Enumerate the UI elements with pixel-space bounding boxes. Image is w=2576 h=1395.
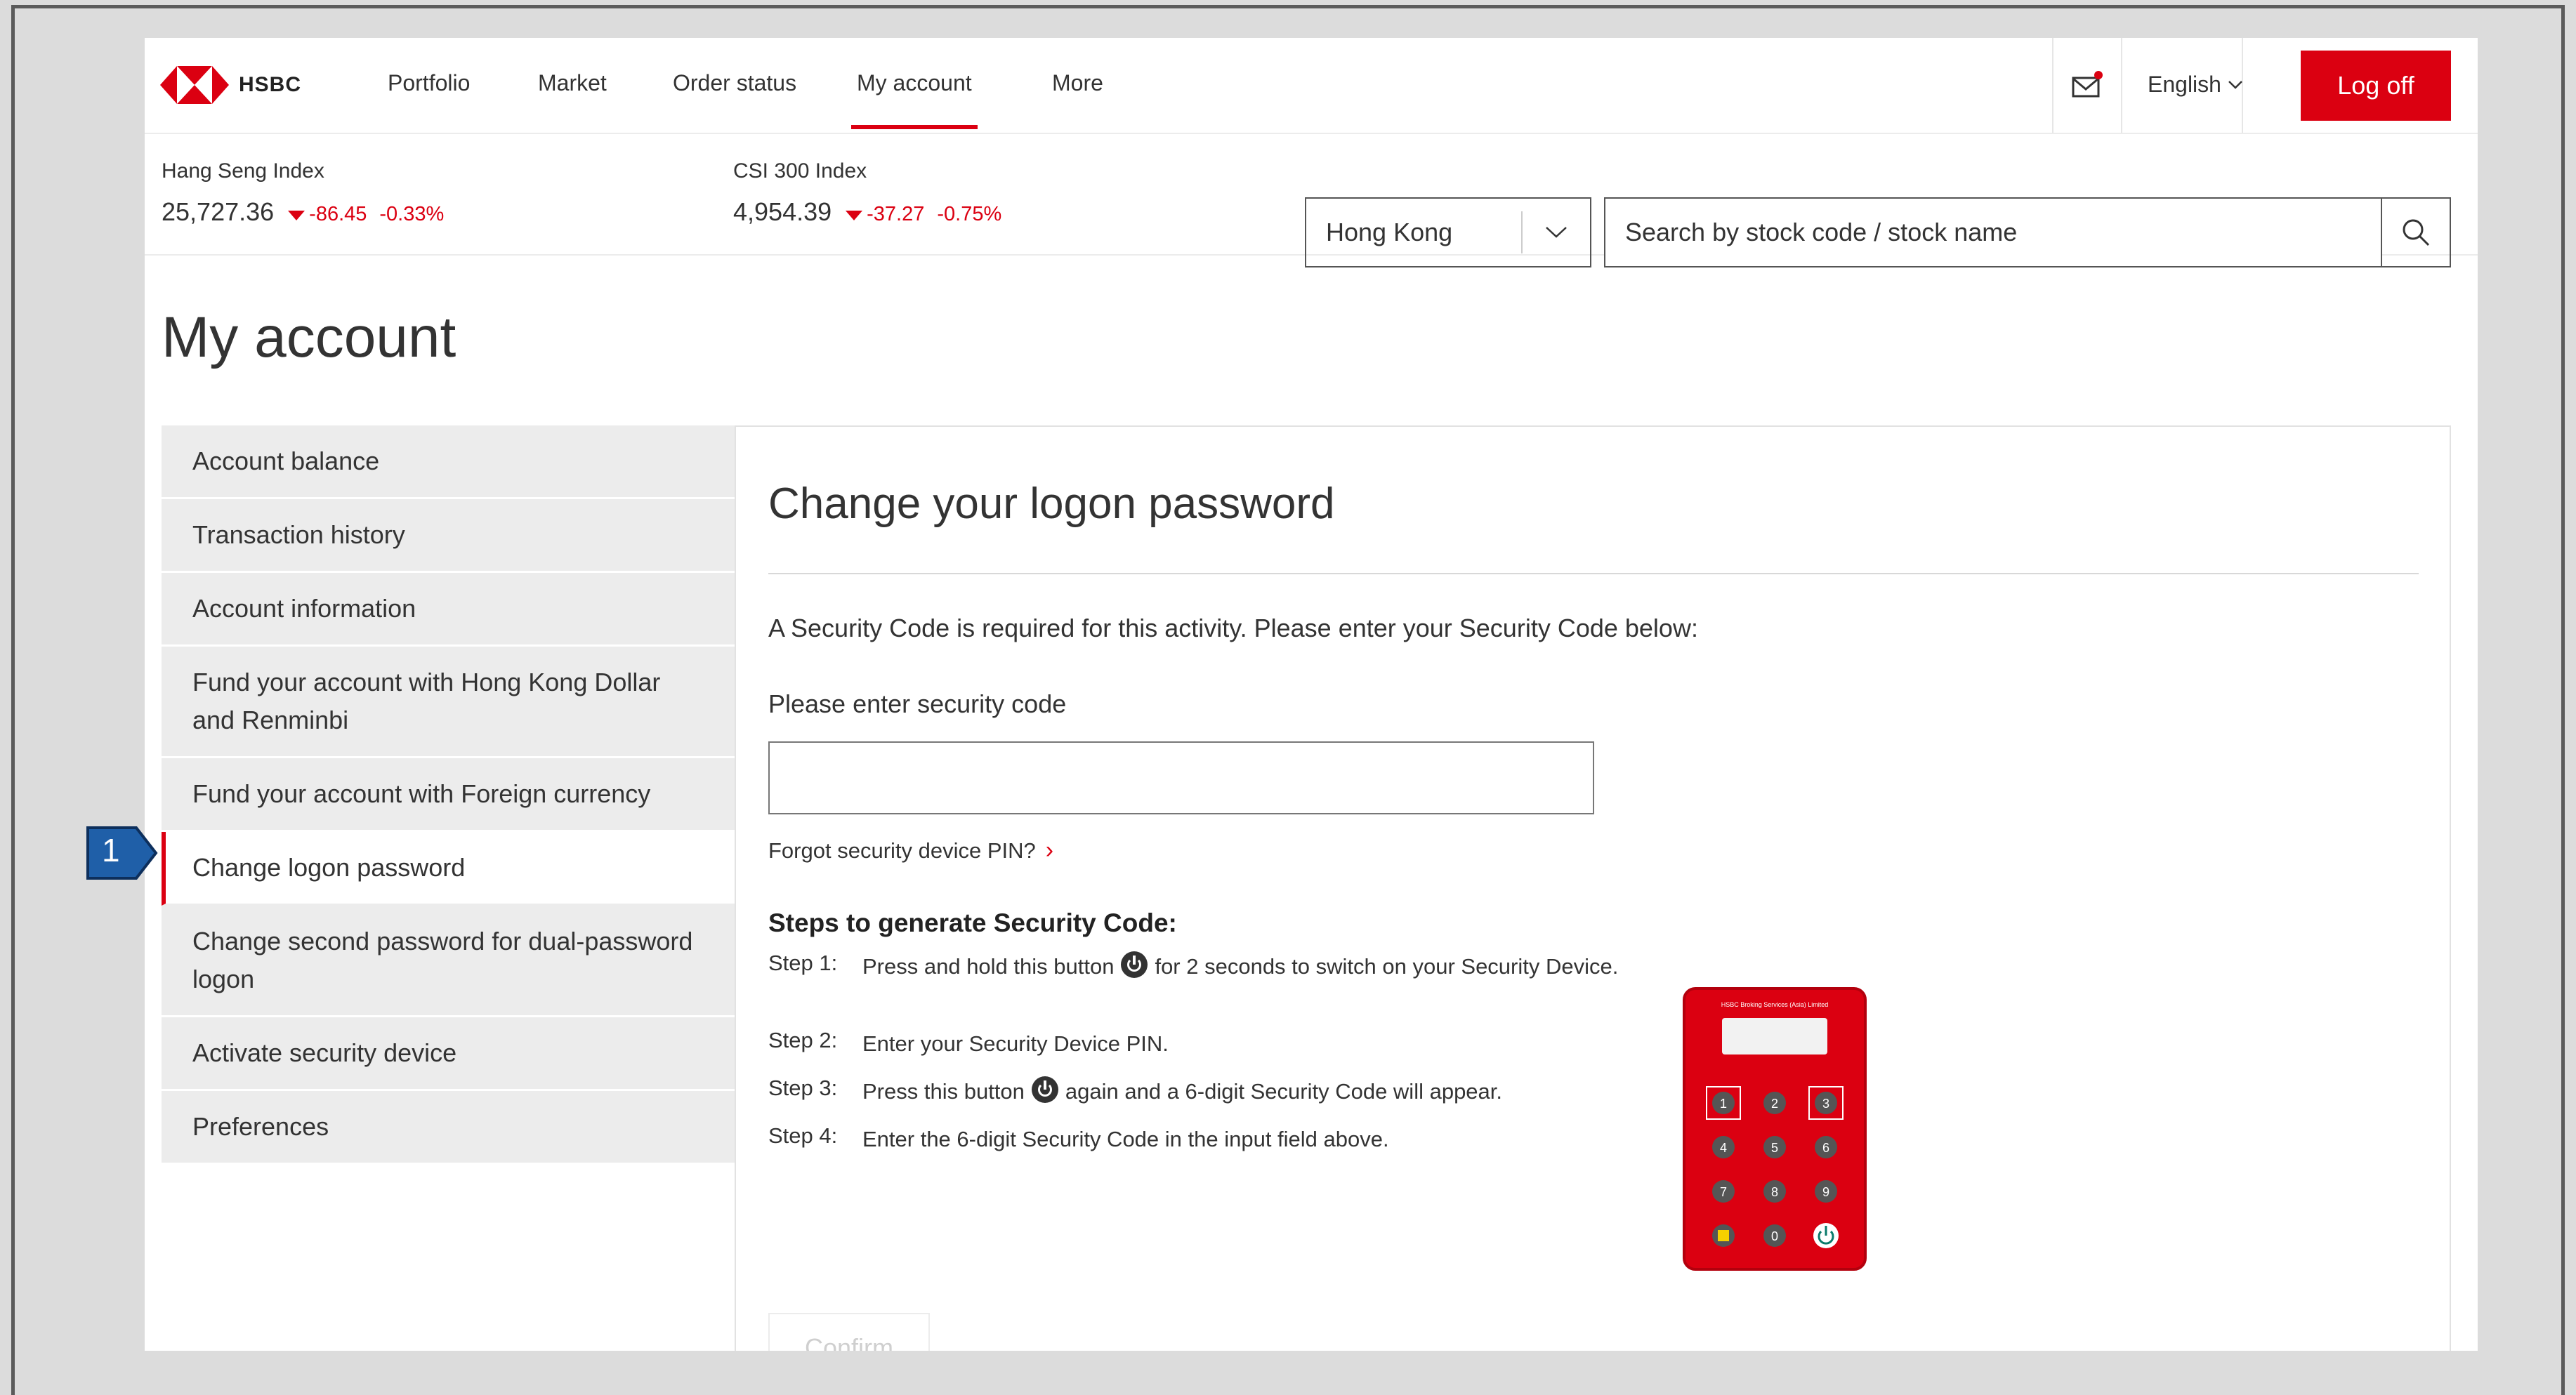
index-change: -86.45 -0.33% <box>288 203 444 226</box>
power-button-icon <box>1031 1076 1058 1103</box>
index-change-pct: -0.33% <box>379 203 445 225</box>
stock-search-input[interactable] <box>1605 199 2381 266</box>
nav-my-account[interactable]: My account <box>851 70 978 129</box>
down-arrow-icon <box>288 211 305 220</box>
confirm-button[interactable]: Confirm <box>768 1313 930 1351</box>
change-password-panel: Change your logon password A Security Co… <box>735 425 2451 1351</box>
sidebar-item-change-second-password[interactable]: Change second password for dual-password… <box>162 906 735 1017</box>
device-key-label: 0 <box>1771 1229 1778 1243</box>
messages-button[interactable] <box>2052 38 2122 133</box>
step-number: Step 3: <box>768 1076 838 1100</box>
sidebar-item-account-balance[interactable]: Account balance <box>162 425 735 499</box>
page-title: My account <box>162 305 456 369</box>
nav-market[interactable]: Market <box>538 70 607 96</box>
hsbc-logo[interactable]: HSBC <box>160 66 301 104</box>
hsbc-hexagon-icon <box>160 66 229 104</box>
mail-icon <box>2072 70 2103 97</box>
steps-title: Steps to generate Security Code: <box>768 908 1177 937</box>
stock-search <box>1604 197 2451 267</box>
sidebar-item-preferences[interactable]: Preferences <box>162 1091 735 1165</box>
market-dropdown[interactable]: Hong Kong <box>1305 197 1591 267</box>
panel-title: Change your logon password <box>768 480 1335 528</box>
device-key-label: 2 <box>1771 1097 1778 1111</box>
sidebar-item-fund-foreign-currency[interactable]: Fund your account with Foreign currency <box>162 758 735 832</box>
device-key-label: 6 <box>1822 1141 1829 1155</box>
log-off-button[interactable]: Log off <box>2301 51 2451 121</box>
search-icon <box>2403 219 2430 246</box>
language-label: English <box>2148 72 2221 97</box>
forgot-pin-label: Forgot security device PIN? <box>768 838 1036 863</box>
index-name: Hang Seng Index <box>162 159 324 183</box>
device-key-label: 4 <box>1720 1141 1727 1155</box>
callout-number: 1 <box>102 832 120 868</box>
nav-order-status[interactable]: Order status <box>673 70 796 96</box>
step-callout-marker <box>86 826 158 880</box>
device-key-label: 7 <box>1720 1185 1727 1199</box>
device-key-label: 3 <box>1822 1097 1829 1111</box>
step-4: Step 4: Enter the 6-digit Security Code … <box>768 1123 1621 1156</box>
chevron-right-icon: › <box>1045 837 1054 864</box>
divider <box>768 573 2419 574</box>
device-key-label: 9 <box>1822 1185 1829 1199</box>
index-hang-seng: Hang Seng Index 25,727.36 -86.45 -0.33% <box>162 159 444 227</box>
index-csi-300: CSI 300 Index 4,954.39 -37.27 -0.75% <box>733 159 1001 227</box>
step-number: Step 1: <box>768 951 838 975</box>
step-1: Step 1: Press and hold this button for 2 … <box>768 951 1621 983</box>
market-dropdown-value: Hong Kong <box>1326 218 1453 246</box>
power-button-icon <box>1121 951 1148 978</box>
language-selector[interactable]: English <box>2148 72 2244 98</box>
down-arrow-icon <box>846 211 863 220</box>
security-code-label: Please enter security code <box>768 689 1067 718</box>
step-number: Step 4: <box>768 1123 838 1148</box>
market-index-bar: Hang Seng Index 25,727.36 -86.45 -0.33% … <box>145 133 2478 267</box>
sidebar-item-transaction-history[interactable]: Transaction history <box>162 499 735 573</box>
security-code-notice: A Security Code is required for this act… <box>768 614 1698 642</box>
nav-more[interactable]: More <box>1052 70 1103 96</box>
index-name: CSI 300 Index <box>733 159 867 183</box>
chevron-down-icon <box>2228 80 2242 89</box>
nav-portfolio[interactable]: Portfolio <box>388 70 470 96</box>
top-navigation: HSBC Portfolio Market Order status My ac… <box>145 38 2478 133</box>
device-key-label: 5 <box>1771 1141 1778 1155</box>
search-button[interactable] <box>2381 199 2450 266</box>
step-3: Step 3: Press this button again and a 6-d… <box>768 1076 1621 1108</box>
index-change: -37.27 -0.75% <box>846 203 1001 226</box>
security-code-input[interactable] <box>768 741 1594 814</box>
sidebar-item-account-information[interactable]: Account information <box>162 573 735 647</box>
app-window: HSBC Portfolio Market Order status My ac… <box>145 38 2478 1351</box>
index-value: 25,727.36 <box>162 197 275 226</box>
device-key-label: 1 <box>1720 1097 1727 1111</box>
sidebar-item-activate-security-device[interactable]: Activate security device <box>162 1017 735 1091</box>
account-sidebar: Account balance Transaction history Acco… <box>162 425 735 1165</box>
security-device-image: HSBC Broking Services (Asia) Limited 1 2 3… <box>1683 987 1867 1271</box>
forgot-pin-link[interactable]: Forgot security device PIN? › <box>768 837 1053 864</box>
step-number: Step 2: <box>768 1028 838 1052</box>
sidebar-item-fund-hkd-rmb[interactable]: Fund your account with Hong Kong Dollar … <box>162 647 735 758</box>
index-change-pct: -0.75% <box>937 203 1002 225</box>
step-2: Step 2: Enter your Security Device PIN. <box>768 1028 1621 1060</box>
chevron-down-icon <box>1546 227 1567 238</box>
device-key-enter <box>1718 1230 1729 1241</box>
sidebar-item-change-logon-password[interactable]: Change logon password <box>162 832 735 906</box>
device-key-label: 8 <box>1771 1185 1778 1199</box>
brand-name: HSBC <box>239 73 302 96</box>
index-value: 4,954.39 <box>733 197 832 226</box>
device-label: HSBC Broking Services (Asia) Limited <box>1721 1001 1829 1008</box>
